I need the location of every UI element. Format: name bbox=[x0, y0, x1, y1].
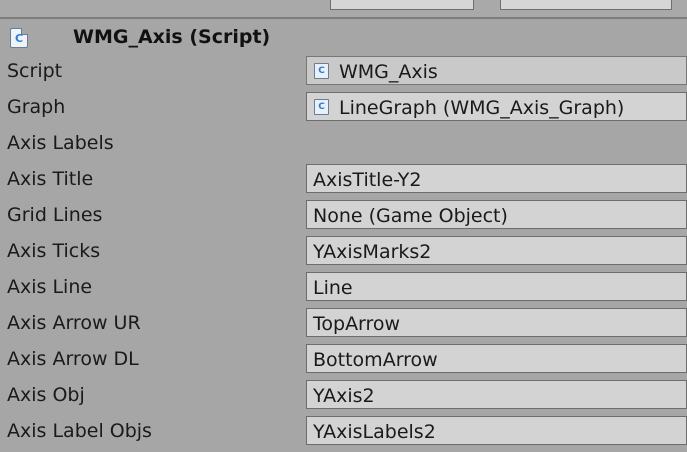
component-title: WMG_Axis (Script) bbox=[73, 26, 271, 48]
csharp-script-icon: C bbox=[314, 63, 329, 79]
axis-title-row: Axis Title AxisTitle-Y2 bbox=[0, 163, 687, 199]
axis-ticks-value: YAxisMarks2 bbox=[313, 241, 432, 263]
grid-lines-label: Grid Lines bbox=[7, 204, 103, 226]
previous-field bbox=[500, 0, 672, 10]
axis-arrow-dl-row: Axis Arrow DL BottomArrow bbox=[0, 343, 687, 379]
graph-label: Graph bbox=[7, 96, 66, 118]
axis-label-objs-field[interactable]: YAxisLabels2 bbox=[306, 416, 687, 445]
grid-lines-value: None (Game Object) bbox=[313, 205, 508, 227]
axis-labels-label: Axis Labels bbox=[7, 132, 114, 154]
script-row: Script C WMG_Axis bbox=[0, 55, 687, 91]
graph-row: Graph C LineGraph (WMG_Axis_Graph) bbox=[0, 91, 687, 127]
axis-obj-value: YAxis2 bbox=[313, 385, 375, 407]
axis-line-field[interactable]: Line bbox=[306, 272, 687, 301]
axis-labels-row: Axis Labels bbox=[0, 127, 687, 163]
axis-arrow-ur-row: Axis Arrow UR TopArrow bbox=[0, 307, 687, 343]
inspector-panel: C WMG_Axis (Script) Script C WMG_Axis Gr… bbox=[0, 0, 687, 452]
axis-arrow-ur-field[interactable]: TopArrow bbox=[306, 308, 687, 337]
script-value: WMG_Axis bbox=[339, 61, 438, 83]
axis-label-objs-row: Axis Label Objs YAxisLabels2 bbox=[0, 415, 687, 451]
axis-ticks-row: Axis Ticks YAxisMarks2 bbox=[0, 235, 687, 271]
component-header[interactable]: C WMG_Axis (Script) bbox=[0, 22, 687, 56]
script-label: Script bbox=[7, 60, 63, 82]
section-divider bbox=[0, 17, 687, 19]
axis-obj-label: Axis Obj bbox=[7, 384, 85, 406]
graph-field[interactable]: C LineGraph (WMG_Axis_Graph) bbox=[306, 92, 687, 121]
axis-arrow-dl-field[interactable]: BottomArrow bbox=[306, 344, 687, 373]
axis-title-value: AxisTitle-Y2 bbox=[313, 169, 422, 191]
axis-obj-field[interactable]: YAxis2 bbox=[306, 380, 687, 409]
axis-ticks-label: Axis Ticks bbox=[7, 240, 101, 262]
axis-line-row: Axis Line Line bbox=[0, 271, 687, 307]
axis-arrow-ur-label: Axis Arrow UR bbox=[7, 312, 141, 334]
axis-label-objs-label: Axis Label Objs bbox=[7, 420, 152, 442]
axis-line-label: Axis Line bbox=[7, 276, 93, 298]
axis-arrow-dl-label: Axis Arrow DL bbox=[7, 348, 139, 370]
grid-lines-row: Grid Lines None (Game Object) bbox=[0, 199, 687, 235]
axis-arrow-ur-value: TopArrow bbox=[313, 313, 401, 335]
axis-ticks-field[interactable]: YAxisMarks2 bbox=[306, 236, 687, 265]
previous-field bbox=[330, 0, 474, 10]
grid-lines-field[interactable]: None (Game Object) bbox=[306, 200, 687, 229]
axis-arrow-dl-value: BottomArrow bbox=[313, 349, 438, 371]
axis-title-field[interactable]: AxisTitle-Y2 bbox=[306, 164, 687, 193]
script-field: C WMG_Axis bbox=[306, 56, 687, 85]
graph-value: LineGraph (WMG_Axis_Graph) bbox=[339, 97, 625, 119]
axis-line-value: Line bbox=[313, 277, 353, 299]
axis-label-objs-value: YAxisLabels2 bbox=[313, 421, 436, 443]
axis-obj-row: Axis Obj YAxis2 bbox=[0, 379, 687, 415]
previous-component-strip bbox=[0, 0, 687, 19]
csharp-script-icon: C bbox=[314, 99, 329, 115]
axis-title-label: Axis Title bbox=[7, 168, 94, 190]
csharp-script-icon: C bbox=[10, 28, 28, 48]
